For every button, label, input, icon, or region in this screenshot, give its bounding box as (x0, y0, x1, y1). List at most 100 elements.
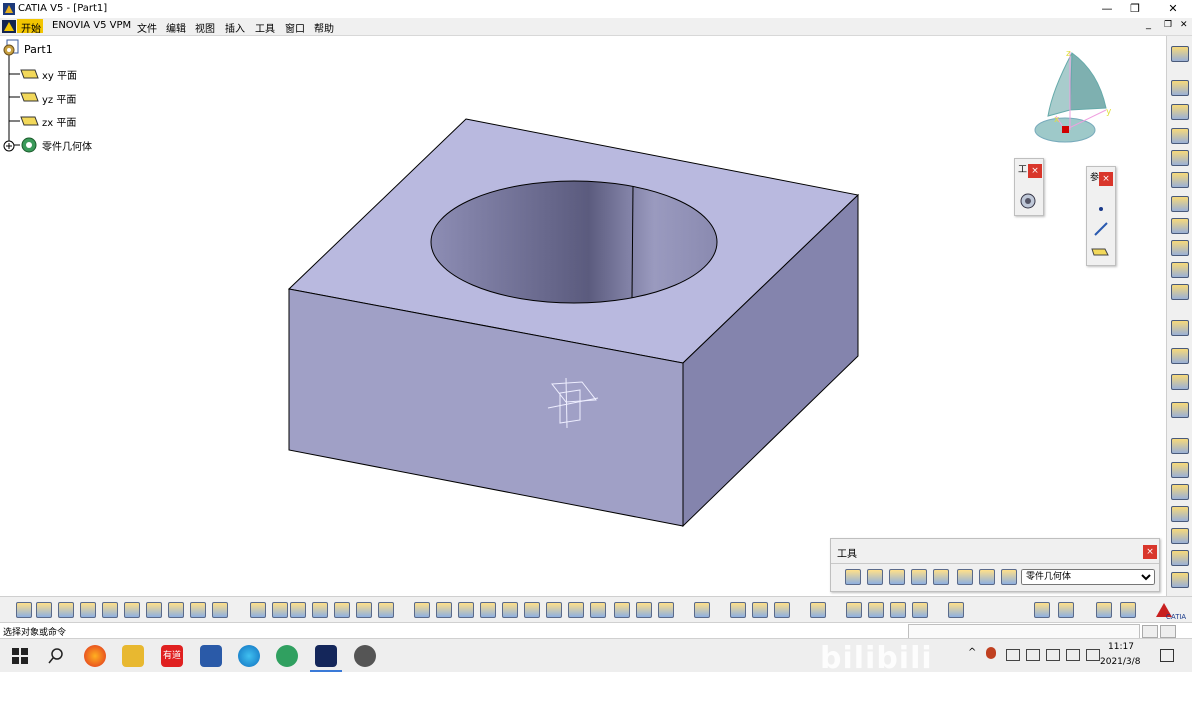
apply-material-bottom-icon[interactable] (948, 602, 964, 618)
youdao-app-icon[interactable]: 有道 (161, 645, 183, 667)
tray-ime-icon[interactable] (1086, 649, 1100, 661)
shaft-icon[interactable] (1171, 128, 1189, 144)
menu-tools[interactable]: 工具 (255, 20, 275, 35)
menu-window[interactable]: 窗口 (285, 20, 305, 35)
measure-between-icon[interactable] (730, 602, 746, 618)
swap-space-icon[interactable] (658, 602, 674, 618)
chamfer-icon[interactable] (1171, 348, 1189, 364)
current-body-select[interactable]: 零件几何体 (1021, 569, 1155, 585)
slot-icon[interactable] (1171, 218, 1189, 234)
search-icon[interactable] (48, 648, 64, 664)
3d-grid-icon[interactable] (933, 569, 949, 585)
multi-section-solid-icon[interactable] (1171, 240, 1189, 256)
paste-icon[interactable] (146, 602, 162, 618)
tools-panel-close[interactable]: × (1143, 545, 1157, 559)
catia-taskbar-icon[interactable] (315, 645, 337, 667)
catalog-icon[interactable] (356, 602, 372, 618)
redo-icon[interactable] (190, 602, 206, 618)
tree-expand-icon[interactable] (334, 602, 350, 618)
hand-tool-icon[interactable] (867, 569, 883, 585)
fillet-icon[interactable] (1171, 320, 1189, 336)
multi-view-icon[interactable] (568, 602, 584, 618)
sketch-analysis-icon[interactable] (957, 569, 973, 585)
tree-item-part-body[interactable]: 零件几何体 (42, 138, 92, 153)
axis-icon[interactable] (889, 569, 905, 585)
3d-viewport[interactable]: Part1 xy 平面 yz 平面 zx 平面 零件几何体 z y x 工 × (0, 36, 1166, 596)
removed-multi-section-icon[interactable] (1171, 262, 1189, 278)
child-restore-button[interactable]: ❐ (1164, 20, 1172, 30)
menu-start[interactable]: 开始 (21, 20, 41, 35)
child-minimize-button[interactable]: _ (1146, 19, 1151, 30)
rib-icon[interactable] (1171, 196, 1189, 212)
reference-elements-icon[interactable] (1034, 602, 1050, 618)
boolean-remove-icon[interactable] (1171, 462, 1189, 478)
boolean-add-icon[interactable] (1171, 438, 1189, 454)
windows-start-icon[interactable] (12, 648, 28, 664)
tray-expand-icon[interactable]: ^ (968, 647, 976, 658)
wireframe-icon[interactable] (868, 602, 884, 618)
hole-opening[interactable] (430, 180, 718, 304)
draft-icon[interactable] (1171, 506, 1189, 522)
menu-file[interactable]: 文件 (137, 20, 157, 35)
pad-icon[interactable] (1171, 80, 1189, 96)
whats-this-icon[interactable] (212, 602, 228, 618)
notifications-icon[interactable] (1160, 649, 1174, 662)
print-icon[interactable] (80, 602, 96, 618)
open-folder-icon[interactable] (36, 602, 52, 618)
table-icon[interactable] (312, 602, 328, 618)
menu-help[interactable]: 帮助 (314, 20, 334, 35)
close-button[interactable]: ✕ (1156, 0, 1190, 18)
status-button-1[interactable] (1142, 625, 1158, 638)
tree-item-yz-plane[interactable]: yz 平面 (42, 91, 76, 106)
thickness-icon[interactable] (1171, 484, 1189, 500)
rotate-icon[interactable] (480, 602, 496, 618)
groove-icon[interactable] (1171, 150, 1189, 166)
hide-show-icon[interactable] (636, 602, 652, 618)
measure-icon[interactable] (1171, 550, 1189, 566)
word-icon[interactable] (200, 645, 222, 667)
edge-icon[interactable] (238, 645, 260, 667)
cut-icon[interactable] (102, 602, 118, 618)
tree-item-xy-plane[interactable]: xy 平面 (42, 67, 77, 82)
floating-toolbar-1[interactable]: 工 × (1014, 158, 1044, 216)
render-style-icon[interactable] (1096, 602, 1112, 618)
transform-icon[interactable] (1171, 402, 1189, 418)
sketch-icon[interactable] (1171, 46, 1189, 62)
command-input[interactable] (908, 624, 1140, 639)
child-close-button[interactable]: ✕ (1180, 20, 1188, 30)
chat-app-icon[interactable] (276, 645, 298, 667)
extract-icon[interactable] (846, 602, 862, 618)
tools-panel[interactable]: 工具 × 零件几何体 (830, 538, 1160, 592)
fly-mode-icon[interactable] (414, 602, 430, 618)
new-file-icon[interactable] (16, 602, 32, 618)
rule-icon[interactable] (290, 602, 306, 618)
firefox-icon[interactable] (84, 645, 106, 667)
tray-app-icon[interactable] (986, 647, 996, 659)
pan-icon[interactable] (458, 602, 474, 618)
hole-icon[interactable] (1171, 172, 1189, 188)
zoom-in-icon[interactable] (502, 602, 518, 618)
save-icon[interactable] (58, 602, 74, 618)
printer-app-icon[interactable] (354, 645, 376, 667)
spec-list-icon[interactable] (979, 569, 995, 585)
fit-all-icon[interactable] (436, 602, 452, 618)
part-icon[interactable] (2, 39, 20, 57)
tray-monitor-icon[interactable] (1006, 649, 1020, 661)
status-button-2[interactable] (1160, 625, 1176, 638)
measure-inertia-icon[interactable] (774, 602, 790, 618)
compass-icon[interactable]: z y x (1034, 48, 1124, 148)
menu-view[interactable]: 视图 (195, 20, 215, 35)
restore-button[interactable]: ❐ (1118, 0, 1152, 18)
menu-edit[interactable]: 编辑 (166, 20, 186, 35)
undo-icon[interactable] (168, 602, 184, 618)
photo-studio-icon[interactable] (810, 602, 826, 618)
menu-enovia[interactable]: ENOVIA V5 VPM (52, 20, 131, 31)
measure-item-icon[interactable] (752, 602, 768, 618)
shading-icon[interactable] (614, 602, 630, 618)
stiffener-icon[interactable] (1171, 284, 1189, 300)
floating-toolbar-2-close[interactable]: × (1099, 172, 1113, 186)
plane-icon[interactable] (20, 68, 40, 80)
formula-icon[interactable] (250, 602, 266, 618)
clock-time[interactable]: 11:17 (1108, 642, 1134, 652)
normal-view-icon[interactable] (546, 602, 562, 618)
